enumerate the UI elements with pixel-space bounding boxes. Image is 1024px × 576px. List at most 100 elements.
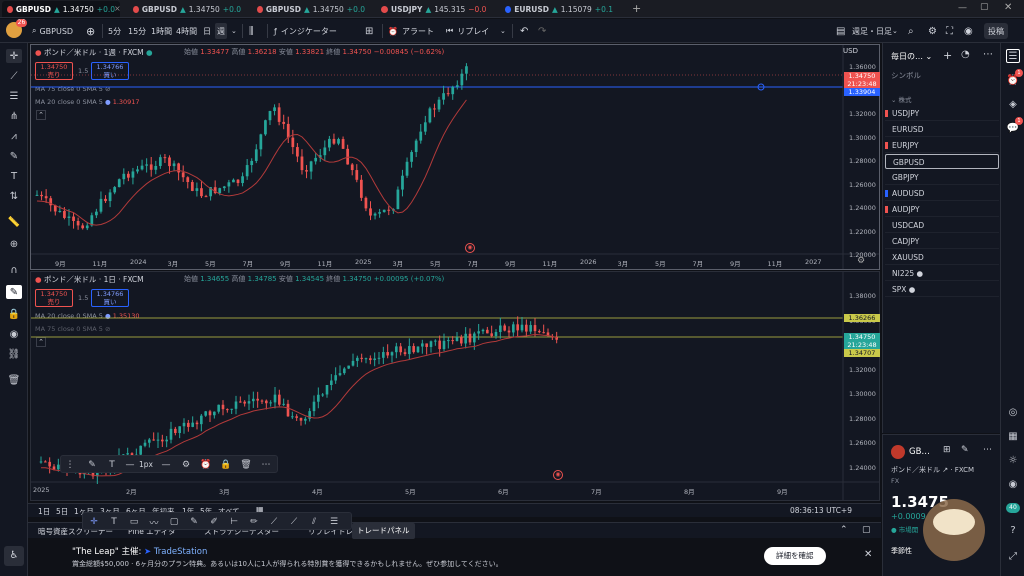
text-icon[interactable]: T: [107, 515, 121, 529]
streams-icon[interactable]: ◉: [1006, 477, 1020, 491]
tab-2[interactable]: GBPUSD ▲ 1.34750 +0.0: [128, 1, 246, 17]
watchlist-item[interactable]: NI225 ●: [885, 266, 999, 281]
compare-button[interactable]: ⊕: [86, 23, 95, 39]
link-icon[interactable]: ⛓: [6, 347, 22, 361]
prediction-icon[interactable]: ⇅: [6, 189, 22, 203]
brush-icon[interactable]: ✏: [247, 515, 261, 529]
crosshair-icon[interactable]: ✛: [6, 49, 22, 63]
undo-icon[interactable]: ↶: [520, 23, 528, 39]
calendar-icon[interactable]: ▦: [1006, 429, 1020, 443]
watchlist-item[interactable]: EURJPY: [885, 138, 999, 153]
watchlist-item[interactable]: USDCAD: [885, 218, 999, 233]
ad-learn-more-button[interactable]: 詳細を確認: [764, 547, 826, 565]
text-color-icon[interactable]: T: [105, 458, 119, 472]
more-icon[interactable]: ⋯: [983, 445, 992, 455]
drag-handle-icon[interactable]: ⋮: [63, 458, 77, 472]
close-ad-icon[interactable]: ✕: [864, 549, 872, 560]
layout-icon[interactable]: ▤: [836, 23, 845, 39]
text-icon[interactable]: T: [6, 169, 22, 183]
lock-icon[interactable]: 🔒: [219, 458, 233, 472]
range-5d[interactable]: 5日: [56, 506, 68, 517]
magnet-icon[interactable]: ∩: [6, 263, 22, 277]
line-dash-icon[interactable]: —: [159, 458, 173, 472]
channel-icon[interactable]: ⫽: [307, 515, 321, 529]
edit-icon[interactable]: ✎: [961, 445, 969, 455]
alert-icon[interactable]: ⏰: [199, 458, 213, 472]
layout-templates-icon[interactable]: ⊞: [365, 23, 373, 39]
alert-button[interactable]: ⏰ アラート: [388, 23, 434, 39]
more-icon[interactable]: ⋯: [983, 49, 993, 60]
comment-icon[interactable]: ▢: [167, 515, 181, 529]
minimize-icon[interactable]: —: [958, 3, 967, 13]
interval-1w[interactable]: 週: [215, 23, 227, 39]
grid-icon[interactable]: ⊞: [943, 445, 951, 455]
pitchfork-icon[interactable]: ⋔: [6, 109, 22, 123]
tab-1[interactable]: GBPUSD ▲ 1.34750 +0.0: [2, 1, 120, 17]
fib-icon[interactable]: ☰: [327, 515, 341, 529]
ruler-icon[interactable]: 📏: [6, 215, 22, 229]
chevron-down-icon[interactable]: ⌄: [231, 23, 237, 39]
maximize-icon[interactable]: ▢: [980, 2, 989, 12]
tab-5[interactable]: EURUSD ▲ 1.15079 +0.1: [500, 1, 618, 17]
quick-search-icon[interactable]: ⌕: [908, 23, 914, 39]
maximize-panel-icon[interactable]: ▢: [862, 525, 871, 535]
ray-icon[interactable]: ⟋: [287, 515, 301, 529]
tab-4[interactable]: USDJPY ▲ 145.315 −0.0: [376, 1, 494, 17]
lock-icon[interactable]: 🔒: [6, 307, 22, 321]
close-window-icon[interactable]: ✕: [1004, 2, 1012, 13]
expand-icon[interactable]: ⤢: [1006, 549, 1020, 563]
trash-icon[interactable]: 🗑: [239, 458, 253, 472]
collapse-panel-icon[interactable]: ⌃: [840, 525, 848, 535]
trash-icon[interactable]: 🗑: [6, 373, 22, 387]
range-1d[interactable]: 1日: [38, 506, 50, 517]
trend-line-icon[interactable]: ⟋: [6, 69, 22, 83]
watchlist-item[interactable]: GBPJPY: [885, 170, 999, 185]
watchlist-icon[interactable]: ☰: [1006, 49, 1020, 63]
candle-type-icon[interactable]: ⫼: [249, 23, 254, 39]
watchlist-item[interactable]: AUDUSD: [885, 186, 999, 201]
eye-icon[interactable]: ◉: [6, 327, 22, 341]
interval-1d[interactable]: 日: [203, 23, 211, 39]
watchlist-chart-icon[interactable]: ◔: [961, 49, 970, 60]
watchlist-item[interactable]: GBPUSD: [885, 154, 999, 169]
watchlist-title[interactable]: 毎日の… ⌄: [891, 51, 932, 62]
accessibility-icon[interactable]: ♿: [4, 546, 24, 566]
pencil-icon[interactable]: ✎: [85, 458, 99, 472]
symbol-search[interactable]: ⌕ GBPUSD: [32, 23, 73, 39]
layout-name[interactable]: 週足・日足: [852, 23, 892, 39]
interval-1h[interactable]: 1時間: [151, 23, 172, 39]
column-header-symbol[interactable]: シンボル: [891, 70, 921, 81]
line-width[interactable]: 1px: [139, 460, 153, 469]
pen-icon[interactable]: ✎: [187, 515, 201, 529]
tab-3[interactable]: GBPUSD ▲ 1.34750 +0.0: [252, 1, 370, 17]
publish-button[interactable]: 投稿: [984, 23, 1008, 39]
event-marker-icon[interactable]: ◉: [553, 470, 563, 480]
watchlist-item[interactable]: XAUUSD: [885, 250, 999, 265]
more-icon[interactable]: ⋯: [259, 458, 273, 472]
settings-icon[interactable]: ⚙: [179, 458, 193, 472]
watchlist-item[interactable]: USDJPY: [885, 106, 999, 121]
seasonality-header[interactable]: 季節性: [891, 546, 912, 556]
brush-icon[interactable]: ✎: [6, 149, 22, 163]
highlighter-icon[interactable]: ✐: [207, 515, 221, 529]
add-symbol-icon[interactable]: +: [943, 49, 952, 62]
event-marker-icon[interactable]: ◉: [465, 243, 475, 253]
clock[interactable]: 08:36:13 UTC+9: [790, 506, 852, 515]
chevron-down-icon[interactable]: ⌄: [892, 23, 898, 39]
watchlist-item[interactable]: AUDJPY: [885, 202, 999, 217]
fib-retracement-icon[interactable]: ☰: [6, 89, 22, 103]
redo-icon[interactable]: ↷: [538, 23, 546, 39]
layers-icon[interactable]: ◈: [1006, 97, 1020, 111]
close-tab-icon[interactable]: ×: [114, 4, 121, 13]
target-icon[interactable]: ◎: [1006, 405, 1020, 419]
help-icon[interactable]: ?: [1006, 523, 1020, 537]
path-icon[interactable]: 〰: [147, 515, 161, 529]
watchlist-item[interactable]: EURUSD: [885, 122, 999, 137]
trend-line-icon[interactable]: ⟋: [267, 515, 281, 529]
indicators-button[interactable]: ƒ インジケーター: [274, 23, 337, 39]
pattern-icon[interactable]: ⩘: [6, 129, 22, 143]
section-header[interactable]: ⌄ 株式: [891, 94, 912, 104]
new-tab-icon[interactable]: +: [632, 2, 641, 15]
settings-icon[interactable]: ⚙: [857, 256, 865, 266]
interval-15m[interactable]: 15分: [128, 23, 146, 39]
